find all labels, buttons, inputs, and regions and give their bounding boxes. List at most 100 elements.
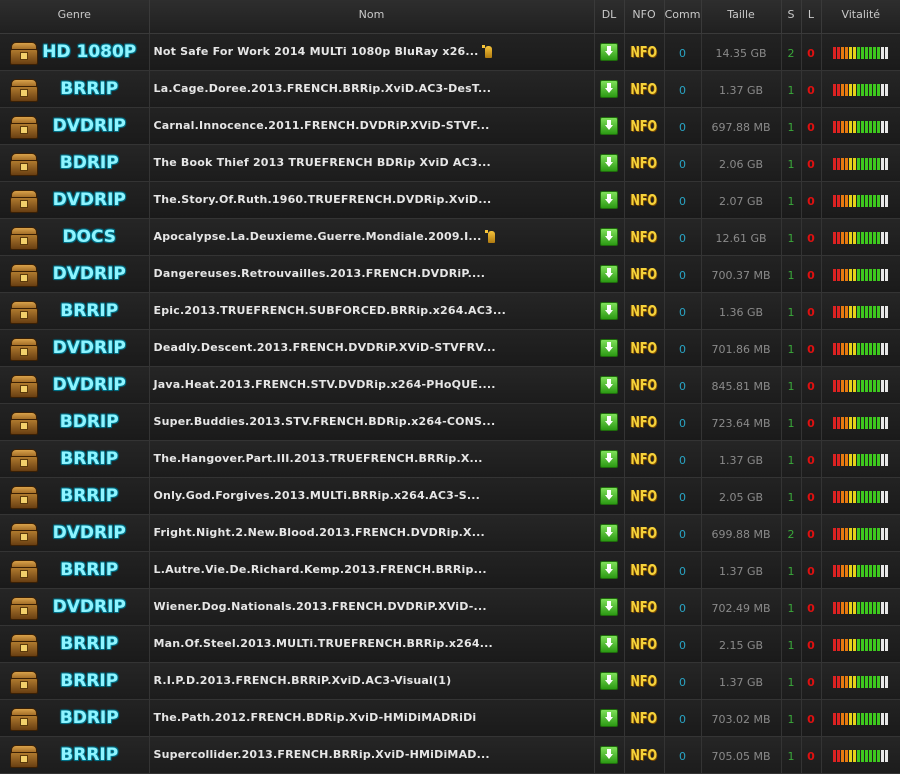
genre-badge[interactable]: DVDRIP bbox=[0, 589, 149, 625]
torrent-name-link[interactable]: Fright.Night.2.New.Blood.2013.FRENCH.DVD… bbox=[154, 526, 485, 539]
download-arrow-icon[interactable] bbox=[600, 265, 618, 284]
nfo-button[interactable]: NFO bbox=[631, 265, 658, 283]
genre-badge[interactable]: HD 1080P bbox=[0, 34, 149, 70]
comments-count[interactable]: 0 bbox=[679, 84, 686, 97]
download-arrow-icon[interactable] bbox=[600, 524, 618, 543]
comments-count[interactable]: 0 bbox=[679, 47, 686, 60]
torrent-name-link[interactable]: Not Safe For Work 2014 MULTi 1080p BluRa… bbox=[154, 45, 479, 58]
nfo-button[interactable]: NFO bbox=[631, 746, 658, 764]
genre-badge[interactable]: DVDRIP bbox=[0, 256, 149, 292]
genre-cell[interactable]: DVDRIP bbox=[0, 329, 150, 367]
nfo-button[interactable]: NFO bbox=[631, 487, 658, 505]
download-arrow-icon[interactable] bbox=[600, 709, 618, 728]
torrent-name-link[interactable]: Man.Of.Steel.2013.MULTi.TRUEFRENCH.BRRip… bbox=[154, 637, 493, 650]
torrent-name-link[interactable]: The.Hangover.Part.III.2013.TRUEFRENCH.BR… bbox=[154, 452, 483, 465]
download-arrow-icon[interactable] bbox=[600, 561, 618, 580]
genre-badge[interactable]: BDRIP bbox=[0, 404, 149, 440]
nfo-button[interactable]: NFO bbox=[631, 413, 658, 431]
comments-count[interactable]: 0 bbox=[679, 565, 686, 578]
col-leechers[interactable]: L bbox=[801, 0, 822, 34]
download-arrow-icon[interactable] bbox=[600, 339, 618, 358]
genre-cell[interactable]: BRRIP bbox=[0, 70, 150, 108]
genre-cell[interactable]: DVDRIP bbox=[0, 366, 150, 404]
torrent-name-link[interactable]: The.Story.Of.Ruth.1960.TRUEFRENCH.DVDRip… bbox=[154, 193, 492, 206]
download-arrow-icon[interactable] bbox=[600, 302, 618, 321]
col-nfo[interactable]: NFO bbox=[624, 0, 665, 34]
comments-count[interactable]: 0 bbox=[679, 306, 686, 319]
genre-badge[interactable]: DVDRIP bbox=[0, 108, 149, 144]
nfo-button[interactable]: NFO bbox=[631, 117, 658, 135]
torrent-name-link[interactable]: R.I.P.D.2013.FRENCH.BRRiP.XviD.AC3-Visua… bbox=[154, 674, 452, 687]
torrent-name-link[interactable]: The Book Thief 2013 TRUEFRENCH BDRip Xvi… bbox=[154, 156, 491, 169]
comments-count[interactable]: 0 bbox=[679, 676, 686, 689]
comments-count[interactable]: 0 bbox=[679, 343, 686, 356]
genre-cell[interactable]: BRRIP bbox=[0, 440, 150, 478]
comments-count[interactable]: 0 bbox=[679, 380, 686, 393]
col-size[interactable]: Taille bbox=[701, 0, 782, 34]
nfo-button[interactable]: NFO bbox=[631, 376, 658, 394]
nfo-button[interactable]: NFO bbox=[631, 80, 658, 98]
torrent-name-link[interactable]: La.Cage.Doree.2013.FRENCH.BRRip.XviD.AC3… bbox=[154, 82, 492, 95]
torrent-name-link[interactable]: Only.God.Forgives.2013.MULTi.BRRip.x264.… bbox=[154, 489, 481, 502]
comments-count[interactable]: 0 bbox=[679, 750, 686, 763]
download-arrow-icon[interactable] bbox=[600, 672, 618, 691]
download-arrow-icon[interactable] bbox=[600, 746, 618, 765]
genre-cell[interactable]: BDRIP bbox=[0, 403, 150, 441]
col-dl[interactable]: DL bbox=[594, 0, 625, 34]
comments-count[interactable]: 0 bbox=[679, 602, 686, 615]
genre-badge[interactable]: BDRIP bbox=[0, 700, 149, 736]
genre-cell[interactable]: BRRIP bbox=[0, 625, 150, 663]
genre-cell[interactable]: BRRIP bbox=[0, 662, 150, 700]
genre-badge[interactable]: BRRIP bbox=[0, 71, 149, 107]
genre-badge[interactable]: BRRIP bbox=[0, 552, 149, 588]
torrent-name-link[interactable]: Supercollider.2013.FRENCH.BRRip.XviD-HMi… bbox=[154, 748, 490, 761]
genre-cell[interactable]: DVDRIP bbox=[0, 107, 150, 145]
genre-cell[interactable]: DVDRIP bbox=[0, 588, 150, 626]
genre-cell[interactable]: HD 1080P bbox=[0, 33, 150, 71]
nfo-button[interactable]: NFO bbox=[631, 709, 658, 727]
download-arrow-icon[interactable] bbox=[600, 635, 618, 654]
col-seeders[interactable]: S bbox=[781, 0, 802, 34]
nfo-button[interactable]: NFO bbox=[631, 561, 658, 579]
comments-count[interactable]: 0 bbox=[679, 417, 686, 430]
comments-count[interactable]: 0 bbox=[679, 121, 686, 134]
genre-badge[interactable]: DVDRIP bbox=[0, 515, 149, 551]
genre-cell[interactable]: BRRIP bbox=[0, 551, 150, 589]
col-comm[interactable]: Comm bbox=[664, 0, 702, 34]
genre-cell[interactable]: BDRIP bbox=[0, 144, 150, 182]
comments-count[interactable]: 0 bbox=[679, 269, 686, 282]
genre-cell[interactable]: BRRIP bbox=[0, 477, 150, 515]
comments-count[interactable]: 0 bbox=[679, 232, 686, 245]
comments-count[interactable]: 0 bbox=[679, 454, 686, 467]
genre-cell[interactable]: DVDRIP bbox=[0, 255, 150, 293]
nfo-button[interactable]: NFO bbox=[631, 43, 658, 61]
col-name[interactable]: Nom bbox=[149, 0, 595, 34]
genre-cell[interactable]: DVDRIP bbox=[0, 514, 150, 552]
torrent-name-link[interactable]: The.Path.2012.FRENCH.BDRip.XviD-HMiDiMAD… bbox=[154, 711, 477, 724]
genre-badge[interactable]: BRRIP bbox=[0, 293, 149, 329]
genre-cell[interactable]: BDRIP bbox=[0, 699, 150, 737]
col-vitality[interactable]: Vitalité bbox=[821, 0, 900, 34]
download-arrow-icon[interactable] bbox=[600, 80, 618, 99]
bookmark-icon[interactable] bbox=[484, 230, 495, 243]
torrent-name-link[interactable]: Java.Heat.2013.FRENCH.STV.DVDRip.x264-PH… bbox=[154, 378, 496, 391]
comments-count[interactable]: 0 bbox=[679, 158, 686, 171]
comments-count[interactable]: 0 bbox=[679, 491, 686, 504]
download-arrow-icon[interactable] bbox=[600, 43, 618, 62]
genre-badge[interactable]: DOCS bbox=[0, 219, 149, 255]
torrent-name-link[interactable]: Apocalypse.La.Deuxieme.Guerre.Mondiale.2… bbox=[154, 230, 482, 243]
genre-badge[interactable]: BRRIP bbox=[0, 626, 149, 662]
download-arrow-icon[interactable] bbox=[600, 228, 618, 247]
genre-badge[interactable]: DVDRIP bbox=[0, 330, 149, 366]
torrent-name-link[interactable]: Dangereuses.Retrouvailles.2013.FRENCH.DV… bbox=[154, 267, 486, 280]
torrent-name-link[interactable]: Epic.2013.TRUEFRENCH.SUBFORCED.BRRip.x26… bbox=[154, 304, 506, 317]
genre-badge[interactable]: DVDRIP bbox=[0, 367, 149, 403]
download-arrow-icon[interactable] bbox=[600, 598, 618, 617]
torrent-name-link[interactable]: Wiener.Dog.Nationals.2013.FRENCH.DVDRiP.… bbox=[154, 600, 487, 613]
nfo-button[interactable]: NFO bbox=[631, 339, 658, 357]
genre-badge[interactable]: BRRIP bbox=[0, 441, 149, 477]
genre-cell[interactable]: BRRIP bbox=[0, 736, 150, 774]
genre-badge[interactable]: BRRIP bbox=[0, 737, 149, 773]
torrent-name-link[interactable]: L.Autre.Vie.De.Richard.Kemp.2013.FRENCH.… bbox=[154, 563, 487, 576]
comments-count[interactable]: 0 bbox=[679, 528, 686, 541]
